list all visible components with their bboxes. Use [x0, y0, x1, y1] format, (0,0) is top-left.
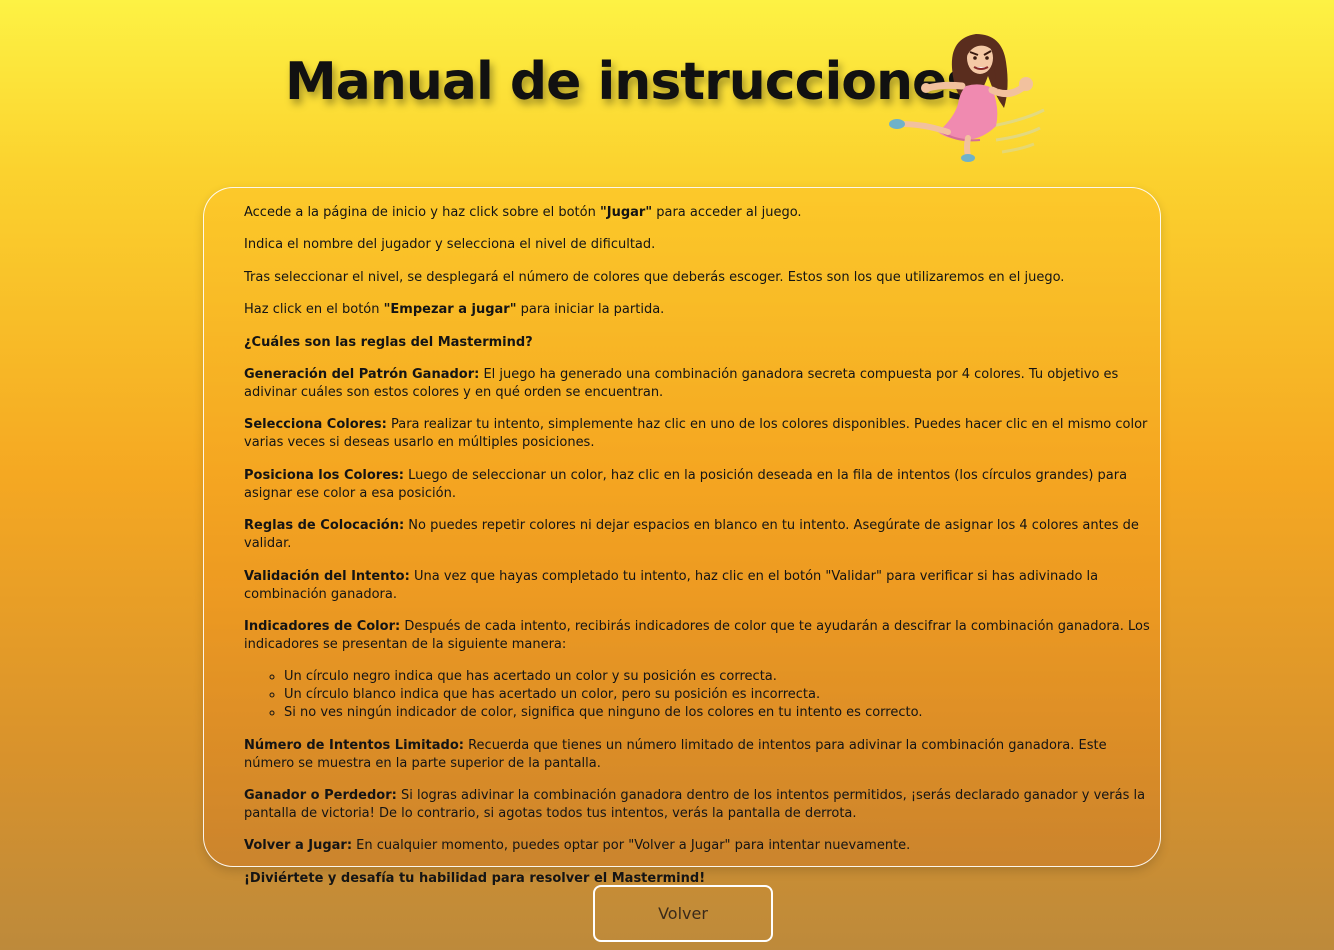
- rule-item: Selecciona Colores: Para realizar tu int…: [244, 416, 1160, 452]
- instruction-step-1: Accede a la página de inicio y haz click…: [244, 204, 1160, 222]
- rule-term: Selecciona Colores:: [244, 417, 387, 433]
- rule-item: Número de Intentos Limitado: Recuerda qu…: [244, 737, 1160, 773]
- instruction-step-4: Haz click en el botón "Empezar a jugar" …: [244, 301, 1160, 319]
- instruction-highlight: "Empezar a jugar": [383, 302, 517, 318]
- rule-term: Volver a Jugar:: [244, 838, 353, 854]
- instruction-text: Haz click en el botón: [244, 302, 384, 318]
- rule-term: Indicadores de Color:: [244, 618, 401, 634]
- instruction-text: para acceder al juego.: [652, 205, 802, 220]
- closing-text: ¡Diviértete y desafía tu habilidad para …: [244, 870, 706, 886]
- back-button[interactable]: Volver: [593, 885, 773, 942]
- instruction-step-2: Indica el nombre del jugador y seleccion…: [244, 237, 656, 253]
- instruction-text: Accede a la página de inicio y haz click…: [244, 205, 600, 220]
- indicator-item: Un círculo blanco indica que has acertad…: [284, 686, 1160, 704]
- rule-term: Número de Intentos Limitado:: [244, 737, 464, 753]
- rule-term: Ganador o Perdedor:: [244, 788, 397, 804]
- rule-item: Volver a Jugar: En cualquier momento, pu…: [244, 837, 1160, 855]
- rule-term: Reglas de Colocación:: [244, 518, 405, 534]
- rule-item: Indicadores de Color: Después de cada in…: [244, 618, 1160, 654]
- page-title: Manual de instrucciones: [285, 52, 977, 112]
- rule-item: Ganador o Perdedor: Si logras adivinar l…: [244, 787, 1160, 823]
- rule-text: En cualquier momento, puedes optar por "…: [352, 838, 911, 854]
- rule-item: Validación del Intento: Una vez que haya…: [244, 568, 1160, 604]
- instructions-panel: Accede a la página de inicio y haz click…: [203, 187, 1161, 886]
- instruction-highlight: "Jugar": [599, 205, 653, 220]
- rules-heading-text: ¿Cuáles son las reglas del Mastermind?: [244, 334, 533, 350]
- rule-item: Posiciona los Colores: Luego de seleccio…: [244, 467, 1160, 503]
- instruction-text: para iniciar la partida.: [516, 302, 665, 318]
- indicator-list: Un círculo negro indica que has acertado…: [244, 668, 1160, 722]
- rule-item: Reglas de Colocación: No puedes repetir …: [244, 517, 1160, 553]
- indicator-item: Si no ves ningún indicador de color, sig…: [284, 704, 1160, 722]
- rule-term: Validación del Intento:: [244, 568, 410, 584]
- indicator-item: Un círculo negro indica que has acertado…: [284, 668, 1160, 686]
- avatar-illustration: [889, 34, 1045, 162]
- rule-term: Generación del Patrón Ganador:: [244, 366, 480, 382]
- rules-heading: ¿Cuáles son las reglas del Mastermind?: [244, 334, 1160, 352]
- instruction-step-3: Tras seleccionar el nivel, se desplegará…: [244, 269, 1065, 285]
- rule-item: Generación del Patrón Ganador: El juego …: [244, 366, 1160, 402]
- rule-term: Posiciona los Colores:: [244, 467, 404, 483]
